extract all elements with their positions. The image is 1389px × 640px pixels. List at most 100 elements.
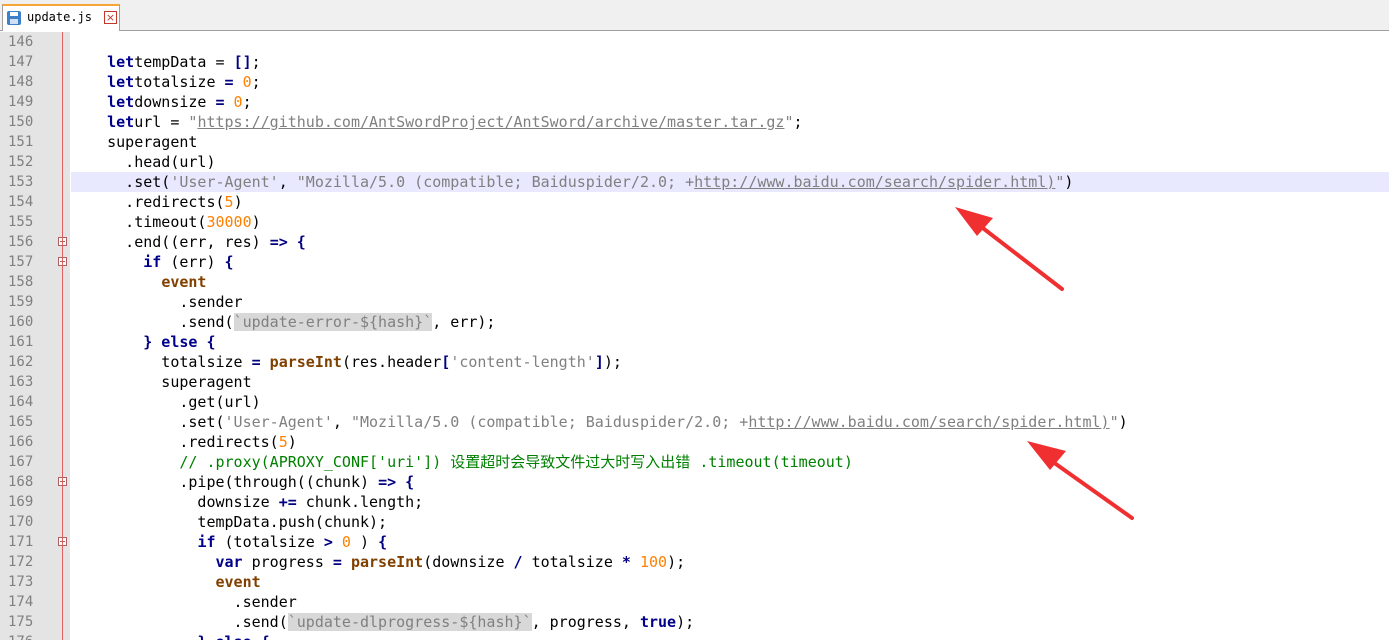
- code-token: https://github.com/AntSwordProject/AntSw…: [197, 113, 785, 131]
- fold-collapse-icon[interactable]: [58, 537, 67, 546]
- code-token: 30000: [206, 213, 252, 231]
- code-token: superagent: [107, 133, 198, 151]
- line-number: 175: [8, 614, 34, 630]
- close-icon[interactable]: ×: [104, 11, 117, 24]
- code-token: ): [1118, 413, 1128, 431]
- code-token: ]: [594, 353, 604, 371]
- code-token: ): [287, 433, 297, 451]
- code-line[interactable]: } else {: [71, 332, 1389, 352]
- code-line[interactable]: lettotalsize = 0;: [71, 72, 1389, 92]
- code-token: , err);: [432, 313, 496, 331]
- code-token: );: [603, 353, 631, 371]
- code-token: 0: [233, 73, 252, 91]
- code-line[interactable]: .redirects(5): [71, 192, 1389, 212]
- code-editor[interactable]: 146 147 148 149 150 151 152 153 154 155 156 157 158 1…: [0, 32, 1389, 640]
- code-line[interactable]: if (totalsize > 0 ) {: [71, 532, 1389, 552]
- code-line[interactable]: var progress = parseInt(downsize / total…: [71, 552, 1389, 572]
- code-token: `update-error-${hash}`: [233, 313, 433, 331]
- code-token: {: [396, 473, 415, 491]
- code-line[interactable]: letdownsize = 0;: [71, 92, 1389, 112]
- code-token: totalsize: [134, 73, 225, 91]
- code-line[interactable]: superagent: [71, 132, 1389, 152]
- code-token: ): [251, 213, 261, 231]
- code-line[interactable]: superagent: [71, 372, 1389, 392]
- code-token: +=: [278, 493, 297, 511]
- code-token: `update-dlprogress-${hash}`: [287, 613, 532, 631]
- code-line[interactable]: .set('User-Agent', "Mozilla/5.0 (compati…: [71, 412, 1389, 432]
- code-line[interactable]: } else {: [71, 632, 1389, 640]
- code-token: ): [1064, 173, 1074, 191]
- code-token: downsize: [107, 493, 279, 511]
- code-line[interactable]: .pipe(through((chunk) => {: [71, 472, 1389, 492]
- code-token: /: [513, 553, 523, 571]
- code-line[interactable]: .end((err, res) => {: [71, 232, 1389, 252]
- code-line[interactable]: [71, 32, 1389, 52]
- line-number: 161: [8, 334, 34, 350]
- code-token: ,: [278, 173, 297, 191]
- code-token: (err): [161, 253, 225, 271]
- line-number: 172: [8, 554, 34, 570]
- tab-update-js[interactable]: update.js ×: [2, 4, 120, 31]
- line-number: 166: [8, 434, 34, 450]
- code-line[interactable]: .sender: [71, 292, 1389, 312]
- code-line[interactable]: .redirects(5): [71, 432, 1389, 452]
- code-token: .sender: [107, 293, 243, 311]
- line-number: 164: [8, 394, 34, 410]
- code-line[interactable]: .send(`update-dlprogress-${hash}`, progr…: [71, 612, 1389, 632]
- fold-collapse-icon[interactable]: [58, 237, 67, 246]
- code-line[interactable]: lettempData = [];: [71, 52, 1389, 72]
- line-number: 162: [8, 354, 34, 370]
- line-number: 157: [8, 254, 34, 270]
- fold-collapse-icon[interactable]: [58, 477, 67, 486]
- code-token: ;: [242, 93, 252, 111]
- code-token: 100: [630, 553, 668, 571]
- code-token: =: [251, 353, 261, 371]
- code-line[interactable]: .get(url): [71, 392, 1389, 412]
- code-area[interactable]: lettempData = []; lettotalsize = 0; letd…: [71, 32, 1389, 640]
- code-line[interactable]: leturl = "https://github.com/AntSwordPro…: [71, 112, 1389, 132]
- code-line[interactable]: downsize += chunk.length;: [71, 492, 1389, 512]
- line-number: 173: [8, 574, 34, 590]
- line-number-gutter: 146 147 148 149 150 151 152 153 154 155 156 157 158 1…: [0, 32, 70, 640]
- code-line[interactable]: .sender: [71, 592, 1389, 612]
- fold-collapse-icon[interactable]: [58, 257, 67, 266]
- code-line[interactable]: .set('User-Agent', "Mozilla/5.0 (compati…: [71, 172, 1389, 192]
- code-token: {: [378, 533, 388, 551]
- code-token: >: [323, 533, 333, 551]
- code-token: event: [215, 573, 261, 591]
- tab-bar: update.js ×: [0, 0, 1389, 31]
- code-token: else: [152, 333, 198, 351]
- line-number: 154: [8, 194, 34, 210]
- line-number: 151: [8, 134, 34, 150]
- code-token: =: [215, 93, 225, 111]
- code-line[interactable]: event: [71, 272, 1389, 292]
- code-token: .set(: [107, 173, 171, 191]
- code-line[interactable]: tempData.push(chunk);: [71, 512, 1389, 532]
- line-number: 168: [8, 474, 34, 490]
- code-token: (downsize: [423, 553, 514, 571]
- code-token: =>: [269, 233, 288, 251]
- code-token: 5: [224, 193, 234, 211]
- line-number: 158: [8, 274, 34, 290]
- code-token: .set(: [107, 413, 225, 431]
- line-number: 165: [8, 414, 34, 430]
- code-line[interactable]: event: [71, 572, 1389, 592]
- code-token: let: [107, 113, 135, 131]
- code-line[interactable]: totalsize = parseInt(res.header['content…: [71, 352, 1389, 372]
- line-number: 171: [8, 534, 34, 550]
- code-line[interactable]: .send(`update-error-${hash}`, err);: [71, 312, 1389, 332]
- code-line[interactable]: .timeout(30000): [71, 212, 1389, 232]
- code-line[interactable]: // .proxy(APROXY_CONF['uri']) 设置超时会导致文件过…: [71, 452, 1389, 472]
- code-token: superagent: [107, 373, 252, 391]
- code-token: }: [143, 333, 153, 351]
- code-token: tempData.push(chunk);: [107, 513, 388, 531]
- code-token: =>: [378, 473, 397, 491]
- code-token: if: [197, 533, 216, 551]
- code-line[interactable]: .head(url): [71, 152, 1389, 172]
- code-token: ;: [251, 53, 261, 71]
- code-token: .end((err, res): [107, 233, 270, 251]
- code-line[interactable]: if (err) {: [71, 252, 1389, 272]
